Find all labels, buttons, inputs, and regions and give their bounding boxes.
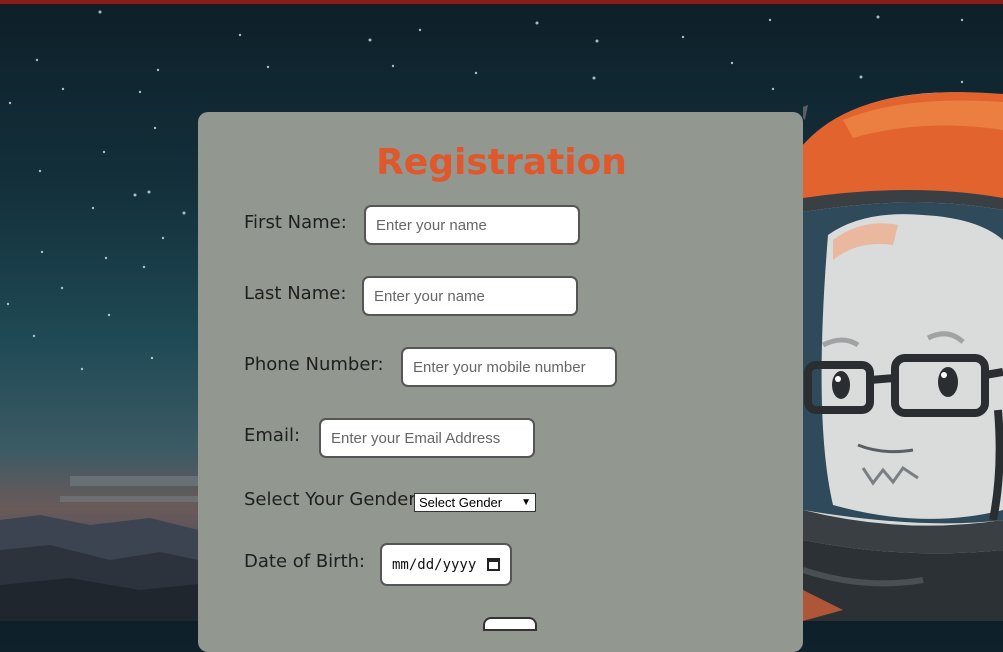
email-label: Email: [244,425,301,446]
submit-button[interactable] [483,617,537,631]
phone-number-input[interactable] [401,347,617,387]
first-name-label: First Name: [244,212,347,233]
dob-label: Date of Birth: [244,551,366,572]
astronaut-mascot-illustration [803,92,1003,621]
email-input[interactable] [319,418,535,458]
gender-select-value: Select Gender [419,495,503,510]
dob-input[interactable]: mm/dd/yyyy [380,543,512,586]
chevron-down-icon: ▼ [521,497,531,508]
gender-label: Select Your Gender: [244,489,422,510]
last-name-input[interactable] [362,276,578,316]
phone-number-label: Phone Number: [244,354,384,375]
calendar-icon[interactable] [487,558,500,571]
dob-value: mm/dd/yyyy [392,556,477,573]
last-name-label: Last Name: [244,283,347,304]
first-name-input[interactable] [364,205,580,245]
gender-select[interactable]: Select Gender ▼ [414,493,536,512]
